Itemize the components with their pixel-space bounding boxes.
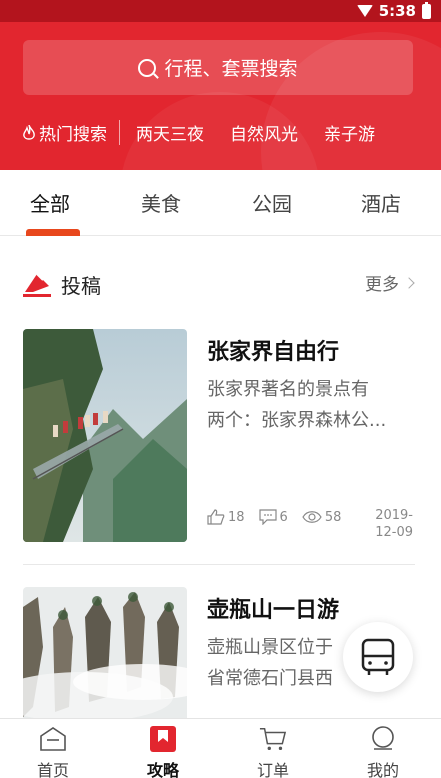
status-bar: 5:38 [0,0,441,22]
flame-icon [23,124,35,141]
cart-icon [259,727,287,751]
tab-hotel[interactable]: 酒店 [361,188,401,217]
more-label: 更多 [365,275,399,295]
article-title: 张家界自由行 [207,340,340,365]
search-icon [138,58,157,77]
battery-icon [422,1,431,19]
home-icon [40,727,66,751]
hot-item-2[interactable]: 自然风光 [230,120,298,145]
more-link[interactable]: 更多 [365,270,415,295]
wifi-icon [356,5,373,17]
header-banner: 行程、套票搜索 热门搜索 两天三夜 自然风光 亲子游 [0,22,441,170]
search-placeholder: 行程、套票搜索 [164,58,298,80]
thumbs-up-icon [207,509,225,525]
article-title: 壶瓶山一日游 [207,598,340,623]
bus-icon [361,638,395,675]
hot-search-row: 热门搜索 两天三夜 自然风光 亲子游 [23,120,401,145]
view-count: 58 [324,509,342,525]
section-header: 投稿 [23,270,101,299]
comment-icon [258,509,277,525]
category-tabs: 全部 美食 公园 酒店 [0,170,441,236]
like-stat[interactable]: 18 [207,509,245,525]
search-bar[interactable]: 行程、套票搜索 [23,40,413,95]
comment-count: 6 [279,509,288,525]
hot-item-3[interactable]: 亲子游 [324,120,375,145]
tab-park[interactable]: 公园 [252,188,292,217]
nav-guide[interactable]: 攻略 [128,725,198,778]
hot-item-1[interactable]: 两天三夜 [136,120,204,145]
hot-search-text: 热门搜索 [39,125,107,145]
section-title: 投稿 [61,274,101,298]
article-description: 张家界著名的景点有 两个：张家界森林公... [207,379,387,431]
divider [23,564,415,565]
article-thumbnail [23,587,187,718]
article-date: 2019- 12-09 [375,508,413,540]
nav-home[interactable]: 首页 [18,725,88,778]
tab-indicator [26,229,80,236]
tab-food[interactable]: 美食 [141,188,181,217]
nav-guide-label: 攻略 [146,761,179,778]
nav-orders-label: 订单 [256,761,289,778]
article-card[interactable]: 张家界自由行 张家界著名的景点有 两个：张家界森林公... 18 6 58 20… [23,329,415,544]
eye-icon [302,511,322,523]
profile-icon [372,726,394,750]
tab-all[interactable]: 全部 [30,188,70,217]
nav-orders[interactable]: 订单 [238,725,308,778]
bus-fab-button[interactable] [343,622,413,692]
nav-me[interactable]: 我的 [348,725,418,778]
article-thumbnail [23,329,187,542]
hot-search-label: 热门搜索 [23,120,120,145]
comment-stat[interactable]: 6 [258,509,288,525]
chevron-right-icon [403,276,415,289]
view-stat: 58 [302,509,342,525]
like-count: 18 [228,509,245,525]
nav-home-label: 首页 [36,761,69,778]
nav-me-label: 我的 [366,761,399,778]
status-time: 5:38 [378,2,416,20]
submission-icon [23,272,51,297]
article-stats: 18 6 58 [207,509,355,525]
bookmark-icon [150,726,176,752]
bottom-nav: 首页 攻略 订单 我的 [0,718,441,778]
